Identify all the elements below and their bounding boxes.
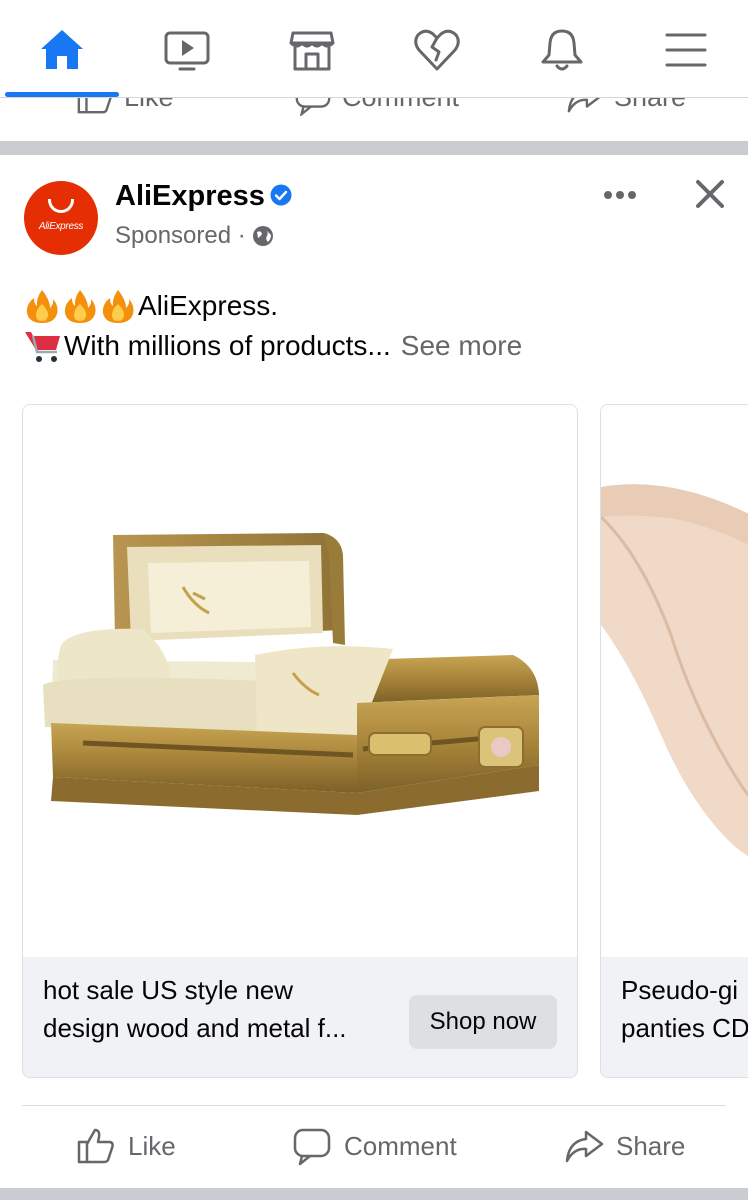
card-title-line1: hot sale US style new bbox=[43, 975, 294, 1005]
share-icon bbox=[565, 1130, 604, 1163]
shopping-cart-emoji-icon bbox=[25, 332, 60, 362]
comment-label: Comment bbox=[344, 1130, 457, 1161]
product-image-panties[interactable] bbox=[601, 405, 748, 957]
like-button[interactable]: Like bbox=[76, 1126, 176, 1166]
see-more-link[interactable]: See more bbox=[401, 326, 522, 366]
bell-icon bbox=[541, 29, 583, 71]
nav-menu-tab[interactable] bbox=[656, 20, 716, 80]
nav-home-tab[interactable] bbox=[32, 20, 92, 80]
top-navigation bbox=[0, 0, 748, 98]
share-button[interactable]: Share bbox=[564, 1126, 685, 1166]
close-icon bbox=[696, 180, 724, 208]
sponsored-label: Sponsored · bbox=[115, 222, 246, 249]
fire-emoji-icon bbox=[26, 290, 58, 323]
heart-icon bbox=[414, 29, 460, 71]
active-tab-indicator bbox=[5, 92, 119, 97]
carousel-card[interactable]: Pseudo-gi panties CD bbox=[600, 404, 748, 1078]
comment-button[interactable]: Comment bbox=[292, 1126, 457, 1166]
card-footer: Pseudo-gi panties CD bbox=[601, 957, 748, 1077]
aliexpress-logo-icon bbox=[48, 198, 74, 213]
carousel-card[interactable]: hot sale US style new design wood and me… bbox=[22, 404, 578, 1078]
actions-divider bbox=[22, 1105, 726, 1106]
post-separator bbox=[0, 1188, 748, 1200]
nav-marketplace-tab[interactable] bbox=[282, 20, 342, 80]
card-title-line2: design wood and metal f... bbox=[43, 1013, 347, 1043]
nav-watch-tab[interactable] bbox=[157, 20, 217, 80]
fire-emoji-icon bbox=[102, 290, 134, 323]
hide-post-button[interactable] bbox=[688, 172, 732, 216]
share-label: Share bbox=[616, 1130, 686, 1161]
home-icon bbox=[41, 30, 83, 69]
casket-image bbox=[43, 533, 539, 815]
page-avatar[interactable]: AliExpress bbox=[24, 181, 98, 255]
video-icon bbox=[164, 31, 210, 71]
post-text-line2: With millions of products... bbox=[64, 330, 391, 361]
sponsored-row: Sponsored · bbox=[115, 222, 274, 250]
fire-emoji-icon bbox=[64, 290, 96, 323]
menu-icon bbox=[665, 33, 707, 67]
product-image-casket[interactable] bbox=[23, 405, 577, 957]
page-name[interactable]: AliExpress bbox=[115, 180, 265, 213]
post-text: AliExpress. With millions of products...… bbox=[24, 286, 522, 366]
like-label: Like bbox=[128, 1130, 176, 1161]
comment-icon bbox=[293, 1128, 331, 1166]
card-title[interactable]: Pseudo-gi panties CD bbox=[621, 971, 748, 1047]
card-title[interactable]: hot sale US style new design wood and me… bbox=[43, 971, 347, 1047]
nav-dating-tab[interactable] bbox=[407, 20, 467, 80]
more-dots-icon bbox=[604, 191, 636, 199]
nav-notifications-tab[interactable] bbox=[532, 20, 592, 80]
card-footer: hot sale US style new design wood and me… bbox=[23, 957, 577, 1077]
card-title-line1: Pseudo-gi bbox=[621, 975, 739, 1005]
post-text-line1: AliExpress. bbox=[138, 290, 279, 321]
shop-icon bbox=[289, 31, 335, 71]
more-options-button[interactable] bbox=[598, 178, 642, 212]
globe-icon bbox=[252, 226, 273, 246]
card-title-line2: panties CD bbox=[621, 1013, 748, 1043]
thumbs-up-icon bbox=[77, 1128, 114, 1164]
verified-badge-icon bbox=[270, 184, 292, 206]
post-separator bbox=[0, 141, 748, 155]
avatar-logo-text: AliExpress bbox=[38, 220, 84, 232]
panties-image bbox=[601, 484, 748, 857]
shop-now-button[interactable]: Shop now bbox=[409, 995, 557, 1049]
